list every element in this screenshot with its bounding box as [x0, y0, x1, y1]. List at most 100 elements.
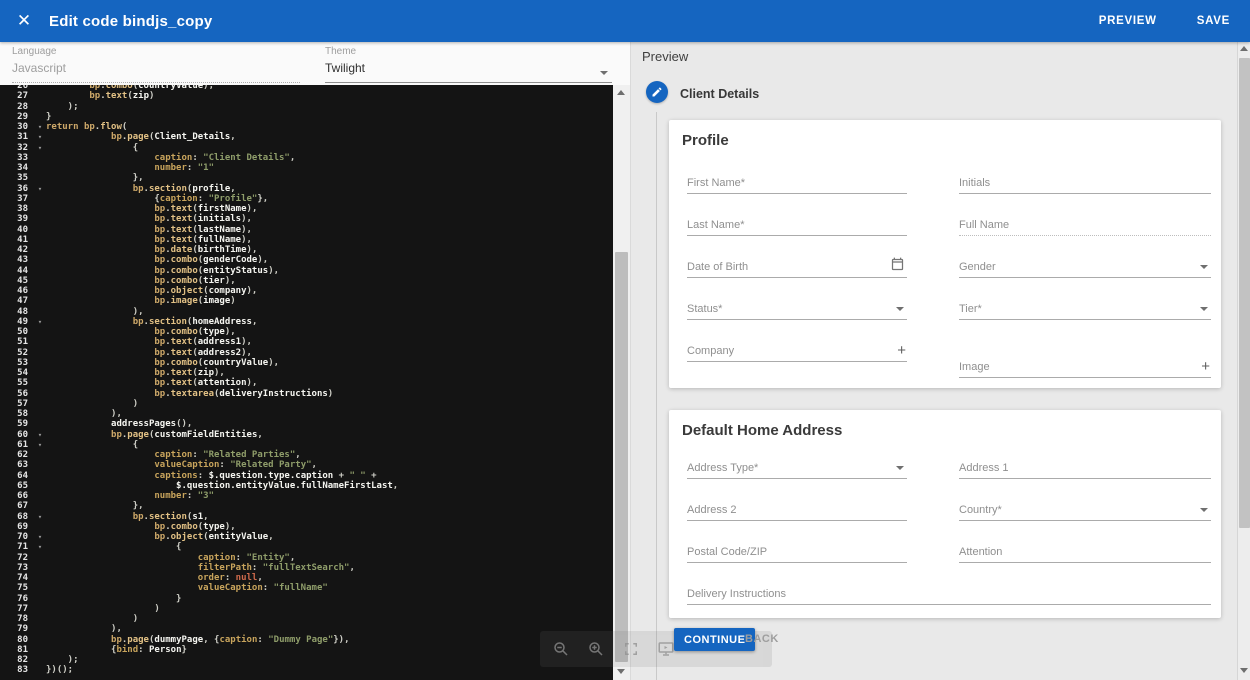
step-edit-icon[interactable]	[646, 81, 668, 103]
field-company[interactable]: Company+	[687, 328, 907, 362]
code-line[interactable]: 59 addressPages(),	[0, 419, 613, 429]
fold-icon[interactable]: ▾	[34, 542, 46, 552]
editor-scrollbar-thumb[interactable]	[615, 252, 628, 662]
back-button[interactable]: BACK	[745, 633, 779, 645]
code-line[interactable]: 79 ),	[0, 624, 613, 634]
code-line[interactable]: 58 ),	[0, 409, 613, 419]
code-line[interactable]: 42 bp.date(birthTime),	[0, 245, 613, 255]
code-line[interactable]: 50 bp.combo(type),	[0, 327, 613, 337]
code-line[interactable]: 75 valueCaption: "fullName"	[0, 583, 613, 593]
save-button[interactable]: SAVE	[1197, 15, 1230, 27]
code-line[interactable]: 51 bp.text(address1),	[0, 337, 613, 347]
scroll-up-icon[interactable]	[1240, 46, 1248, 51]
editor-scrollbar[interactable]	[613, 85, 630, 680]
code-line[interactable]: 64 captions: $.question.type.caption + "…	[0, 471, 613, 481]
field-date-of-birth[interactable]: Date of Birth	[687, 244, 907, 278]
code-line[interactable]: 33 caption: "Client Details",	[0, 153, 613, 163]
code-line[interactable]: 65 $.question.entityValue.fullNameFirstL…	[0, 481, 613, 491]
code-line[interactable]: 63 valueCaption: "Related Party",	[0, 460, 613, 470]
code-line[interactable]: 49▾ bp.section(homeAddress,	[0, 317, 613, 327]
code-line[interactable]: 68▾ bp.section(s1,	[0, 512, 613, 522]
code-line[interactable]: 45 bp.combo(tier),	[0, 276, 613, 286]
fold-icon[interactable]: ▾	[34, 532, 46, 542]
code-line[interactable]: 46 bp.object(company),	[0, 286, 613, 296]
code-line[interactable]: 43 bp.combo(genderCode),	[0, 255, 613, 265]
presentation-icon[interactable]	[657, 640, 675, 658]
code-line[interactable]: 30▾return bp.flow(	[0, 122, 613, 132]
fullscreen-icon[interactable]	[622, 640, 640, 658]
field-first-name[interactable]: First Name*	[687, 160, 907, 194]
continue-button[interactable]: CONTINUE	[674, 628, 755, 651]
code-line[interactable]: 67 },	[0, 501, 613, 511]
code-line[interactable]: 27 bp.text(zip)	[0, 91, 613, 101]
field-tier[interactable]: Tier*	[959, 286, 1211, 320]
field-address-1[interactable]: Address 1	[959, 445, 1211, 479]
code-line[interactable]: 31▾ bp.page(Client_Details,	[0, 132, 613, 142]
code-line[interactable]: 48 ),	[0, 307, 613, 317]
code-line[interactable]: 83})();	[0, 665, 613, 675]
code-line[interactable]: 54 bp.text(zip),	[0, 368, 613, 378]
zoom-in-icon[interactable]	[587, 640, 605, 658]
code-line[interactable]: 39 bp.text(initials),	[0, 214, 613, 224]
code-line[interactable]: 28 );	[0, 102, 613, 112]
code-line[interactable]: 70▾ bp.object(entityValue,	[0, 532, 613, 542]
code-line[interactable]: 62 caption: "Related Parties",	[0, 450, 613, 460]
field-address-2[interactable]: Address 2	[687, 487, 907, 521]
code-line[interactable]: 76 }	[0, 594, 613, 604]
field-postal-code-zip[interactable]: Postal Code/ZIP	[687, 529, 907, 563]
fold-icon[interactable]: ▾	[34, 132, 46, 142]
code-line[interactable]: 60▾ bp.page(customFieldEntities,	[0, 430, 613, 440]
preview-scrollbar-thumb[interactable]	[1239, 58, 1250, 528]
field-last-name[interactable]: Last Name*	[687, 202, 907, 236]
fold-icon[interactable]: ▾	[34, 440, 46, 450]
code-line[interactable]: 29}	[0, 112, 613, 122]
code-line[interactable]: 37 {caption: "Profile"},	[0, 194, 613, 204]
fold-icon[interactable]: ▾	[34, 512, 46, 522]
code-line[interactable]: 44 bp.combo(entityStatus),	[0, 266, 613, 276]
code-line[interactable]: 34 number: "1"	[0, 163, 613, 173]
fold-icon[interactable]: ▾	[34, 143, 46, 153]
theme-select[interactable]: Theme Twilight	[325, 46, 612, 83]
code-line[interactable]: 32▾ {	[0, 143, 613, 153]
field-delivery-instructions[interactable]: Delivery Instructions	[687, 571, 1211, 605]
field-address-type[interactable]: Address Type*	[687, 445, 907, 479]
code-line[interactable]: 72 caption: "Entity",	[0, 553, 613, 563]
code-line[interactable]: 66 number: "3"	[0, 491, 613, 501]
field-gender[interactable]: Gender	[959, 244, 1211, 278]
code-editor[interactable]: 26 bp.combo(countryValue),27 bp.text(zip…	[0, 85, 613, 680]
fold-icon[interactable]: ▾	[34, 184, 46, 194]
code-line[interactable]: 53 bp.combo(countryValue),	[0, 358, 613, 368]
code-line[interactable]: 52 bp.text(address2),	[0, 348, 613, 358]
zoom-out-icon[interactable]	[552, 640, 570, 658]
field-initials[interactable]: Initials	[959, 160, 1211, 194]
code-line[interactable]: 81 {bind: Person}	[0, 645, 613, 655]
code-line[interactable]: 35 },	[0, 173, 613, 183]
code-line[interactable]: 61▾ {	[0, 440, 613, 450]
code-line[interactable]: 73 filterPath: "fullTextSearch",	[0, 563, 613, 573]
field-attention[interactable]: Attention	[959, 529, 1211, 563]
add-icon[interactable]: +	[1201, 358, 1210, 375]
fold-icon[interactable]: ▾	[34, 317, 46, 327]
scroll-down-icon[interactable]	[617, 669, 625, 674]
code-line[interactable]: 80 bp.page(dummyPage, {caption: "Dummy P…	[0, 635, 613, 645]
code-line[interactable]: 41 bp.text(fullName),	[0, 235, 613, 245]
code-line[interactable]: 74 order: null,	[0, 573, 613, 583]
preview-button[interactable]: PREVIEW	[1099, 15, 1157, 27]
fold-icon[interactable]: ▾	[34, 122, 46, 132]
add-icon[interactable]: +	[897, 342, 906, 359]
code-line[interactable]: 71▾ {	[0, 542, 613, 552]
code-line[interactable]: 82 );	[0, 655, 613, 665]
code-line[interactable]: 77 )	[0, 604, 613, 614]
code-line[interactable]: 69 bp.combo(type),	[0, 522, 613, 532]
field-image[interactable]: Image+	[959, 344, 1211, 378]
fold-icon[interactable]: ▾	[34, 430, 46, 440]
preview-scrollbar[interactable]	[1237, 42, 1250, 680]
scroll-down-icon[interactable]	[1240, 668, 1248, 673]
scroll-up-icon[interactable]	[617, 90, 625, 95]
code-line[interactable]: 38 bp.text(firstName),	[0, 204, 613, 214]
code-line[interactable]: 40 bp.text(lastName),	[0, 225, 613, 235]
code-line[interactable]: 78 )	[0, 614, 613, 624]
close-icon[interactable]: ✕	[14, 11, 34, 31]
field-status[interactable]: Status*	[687, 286, 907, 320]
code-line[interactable]: 47 bp.image(image)	[0, 296, 613, 306]
